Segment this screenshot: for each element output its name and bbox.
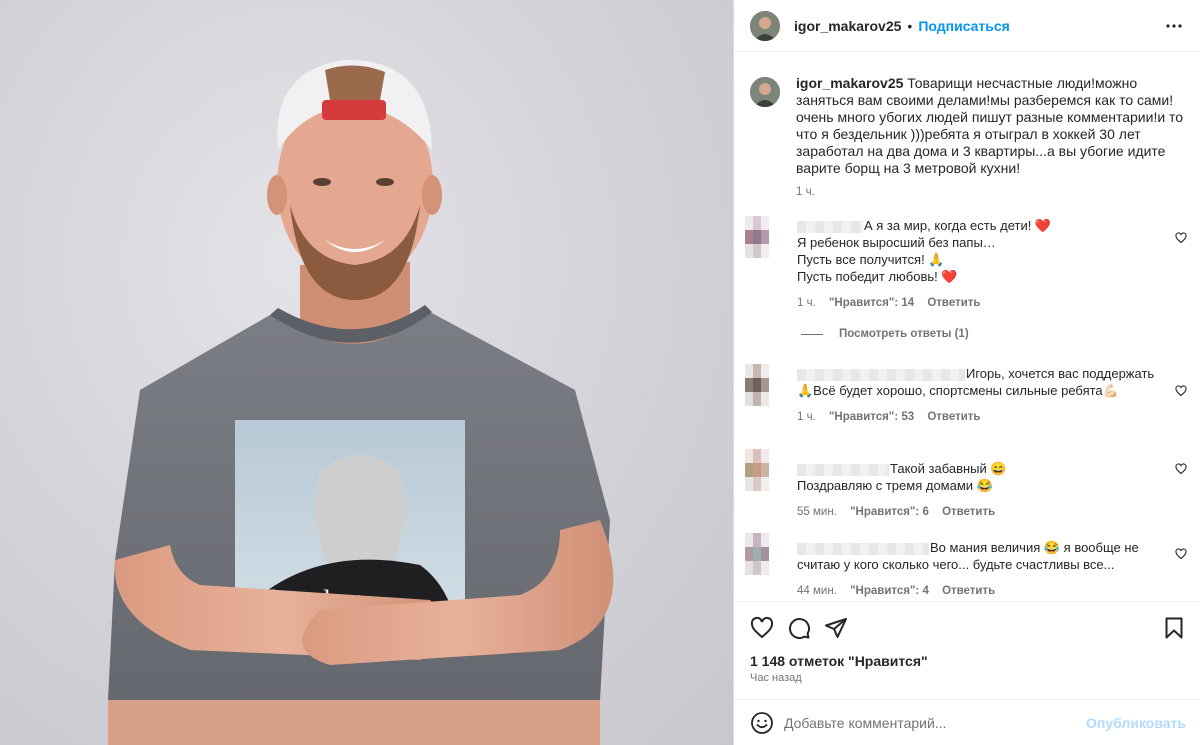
comment-line: Поздравляю с тремя домами 😂 — [797, 478, 993, 493]
heart-icon[interactable] — [1175, 462, 1187, 475]
comment-username-blurred[interactable] — [797, 463, 889, 476]
smiley-icon[interactable] — [750, 711, 774, 735]
comment-composer: Опубликовать — [734, 699, 1200, 745]
reply-button[interactable]: Ответить — [927, 411, 980, 423]
follow-button[interactable]: Подписаться — [918, 18, 1010, 34]
comment-line: Пусть победит любовь! ❤️ — [797, 269, 958, 284]
post-caption: igor_makarov25 Товарищи несчастные люди!… — [734, 53, 1200, 198]
comment-meta: 44 мин. "Нравится": 4 Ответить — [797, 583, 1160, 600]
reply-button[interactable]: Ответить — [942, 506, 995, 518]
publish-button[interactable]: Опубликовать — [1086, 715, 1186, 731]
view-replies-button[interactable]: Посмотреть ответы (1) — [801, 328, 969, 340]
comment-meta: 1 ч. "Нравится": 14 Ответить — [797, 295, 1160, 312]
post-photo-illustration: thou log — [108, 59, 614, 745]
comment-line: Пусть все получится! 🙏 — [797, 252, 945, 267]
caption-time[interactable]: 1 ч. — [796, 186, 1184, 198]
comment-line: Я ребенок выросший без папы… — [797, 235, 996, 250]
bookmark-icon[interactable] — [1162, 616, 1186, 640]
comment-input[interactable] — [784, 712, 1074, 734]
replies-divider-line — [801, 333, 823, 335]
comment-body: А я за мир, когда есть дети! ❤️ Я ребено… — [797, 217, 1160, 312]
more-horizontal-icon[interactable] — [1162, 14, 1186, 38]
post-actions-bar — [734, 601, 1200, 651]
post-sidebar: igor_makarov25 • Подписаться igor_makaro… — [733, 0, 1200, 745]
caption-text: igor_makarov25 Товарищи несчастные люди!… — [796, 75, 1184, 177]
view-replies-label: Посмотреть ответы (1) — [839, 328, 969, 340]
header-separator: • — [907, 17, 913, 34]
comment-bubble-icon[interactable] — [787, 616, 811, 640]
post-photo[interactable]: thou log — [0, 0, 733, 745]
comment-username-blurred[interactable] — [797, 542, 929, 555]
comment-body: Во мания величия 😂 я вообще не считаю у … — [797, 539, 1160, 600]
comment-likes[interactable]: "Нравится": 14 — [829, 297, 914, 309]
comment-meta: 55 мин. "Нравится": 6 Ответить — [797, 504, 1160, 521]
comments-scroll-area[interactable]: igor_makarov25 Товарищи несчастные люди!… — [734, 53, 1200, 600]
heart-icon[interactable] — [1175, 384, 1187, 397]
comment-avatar[interactable] — [745, 533, 769, 575]
comment-likes[interactable]: "Нравится": 53 — [829, 411, 914, 423]
paper-plane-icon[interactable] — [824, 616, 848, 640]
heart-icon[interactable] — [1175, 547, 1187, 560]
comment-time[interactable]: 55 мин. — [797, 506, 837, 518]
comment-avatar[interactable] — [745, 216, 769, 258]
author-avatar[interactable] — [750, 10, 780, 41]
comment-meta: 1 ч. "Нравится": 53 Ответить — [797, 409, 1160, 426]
comment-time[interactable]: 1 ч. — [797, 297, 816, 309]
heart-icon[interactable] — [1175, 231, 1187, 244]
comment-username-blurred[interactable] — [797, 368, 965, 381]
comment-body: Такой забавный 😄 Поздравляю с тремя дома… — [797, 460, 1160, 521]
posted-time[interactable]: Час назад — [750, 672, 802, 684]
heart-icon[interactable] — [750, 616, 774, 640]
comment-avatar[interactable] — [745, 364, 769, 406]
post-header: igor_makarov25 • Подписаться — [734, 0, 1200, 52]
comment-time[interactable]: 1 ч. — [797, 411, 816, 423]
comment-username-blurred[interactable] — [797, 220, 863, 233]
comment-body: Игорь, хочется вас поддержать 🙏Всё будет… — [797, 365, 1160, 426]
comment-avatar[interactable] — [745, 449, 769, 491]
author-avatar-image — [750, 10, 780, 41]
caption-author-avatar-image — [750, 77, 780, 107]
reply-button[interactable]: Ответить — [942, 585, 995, 597]
reply-button[interactable]: Ответить — [927, 297, 980, 309]
caption-author-avatar[interactable] — [750, 77, 780, 107]
comment-line: Такой забавный 😄 — [890, 461, 1007, 476]
comment-likes[interactable]: "Нравится": 6 — [850, 506, 929, 518]
caption-username[interactable]: igor_makarov25 — [796, 75, 903, 91]
likes-count[interactable]: 1 148 отметок "Нравится" — [750, 653, 928, 669]
comment-line: А я за мир, когда есть дети! ❤️ — [864, 218, 1052, 233]
comment-likes[interactable]: "Нравится": 4 — [850, 585, 929, 597]
comment-time[interactable]: 44 мин. — [797, 585, 837, 597]
author-username[interactable]: igor_makarov25 — [794, 18, 901, 34]
